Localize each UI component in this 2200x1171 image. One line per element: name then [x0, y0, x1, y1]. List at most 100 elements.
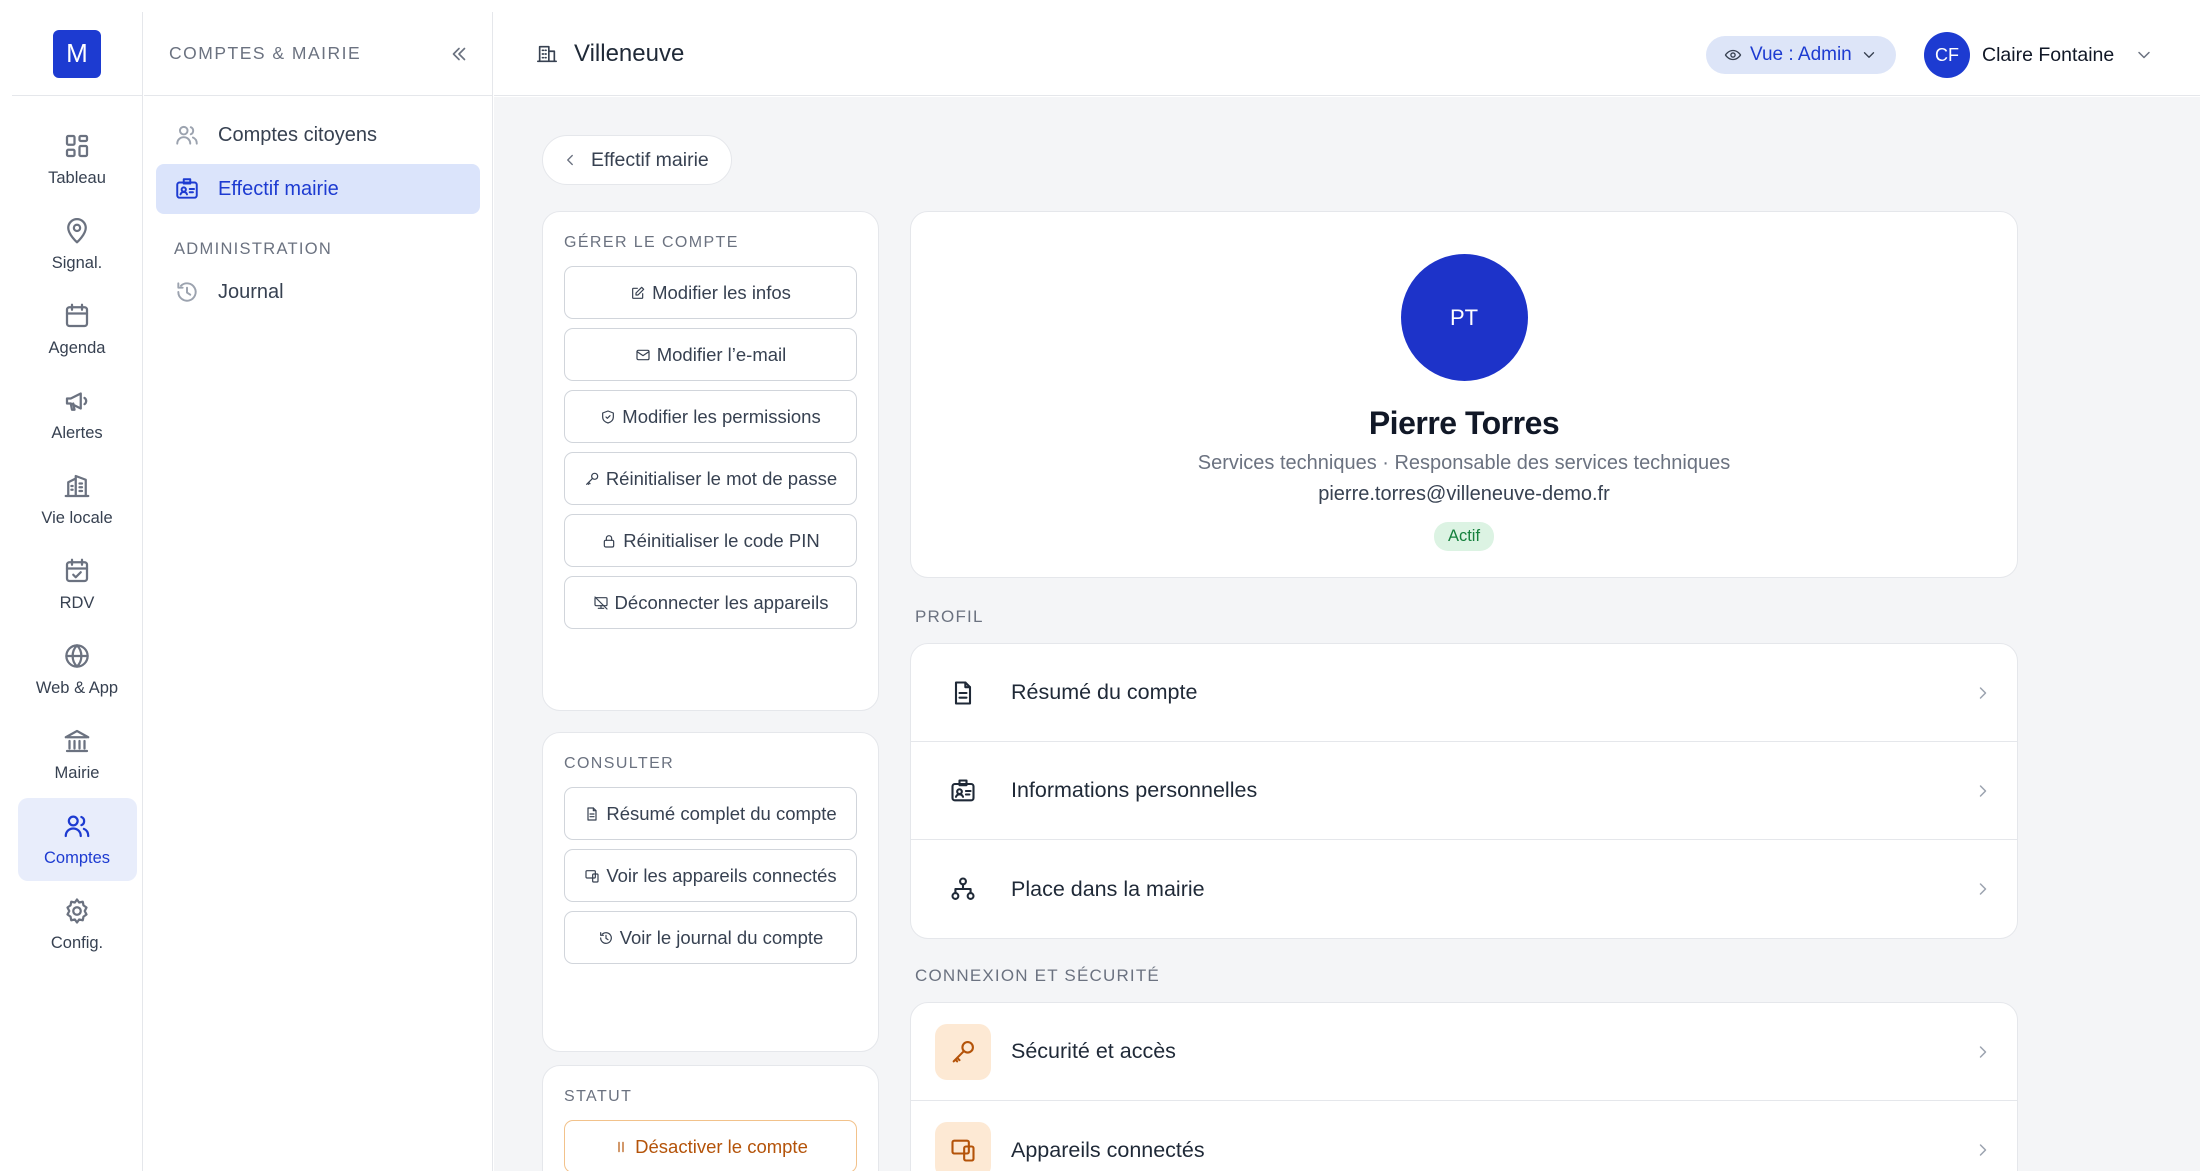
devices-icon [951, 1139, 975, 1162]
building-icon [64, 474, 90, 498]
subnav-section-title: ADMINISTRATION [174, 240, 333, 258]
action-label: Réinitialiser le mot de passe [605, 467, 838, 489]
view-selector[interactable]: Vue : Admin [1706, 36, 1896, 74]
shield-icon [602, 409, 615, 424]
app-logo[interactable]: M [53, 29, 101, 78]
action-label: Modifier les infos [652, 281, 791, 303]
history-icon [177, 282, 197, 302]
action-label: Modifier l’e-mail [656, 343, 787, 365]
chevron-right-icon [1979, 1045, 1987, 1058]
chevron-right-icon [1979, 686, 1987, 699]
rail-item-config[interactable]: Config. [18, 883, 137, 966]
rail-item-agenda[interactable]: Agenda [18, 288, 137, 371]
action-label: Résumé complet du compte [606, 802, 837, 824]
edit-icon [632, 286, 645, 299]
action-label: Désactiver le compte [635, 1135, 808, 1157]
id-card-icon [951, 778, 975, 801]
rail-header: M [12, 12, 142, 96]
town-hall-icon [64, 729, 90, 753]
rail-item-mairie[interactable]: Mairie [18, 713, 137, 796]
lock-icon [604, 534, 615, 548]
edit-info-button[interactable]: Modifier les infos [564, 266, 857, 319]
collapse-icon[interactable] [448, 43, 470, 65]
full-summary-button[interactable]: Résumé complet du compte [564, 787, 857, 840]
rail-item-alertes[interactable]: Alertes [18, 373, 137, 456]
row-icon [935, 665, 991, 721]
top-header: Villeneuve Vue : Admin CF Claire Fontain… [494, 12, 2200, 96]
key-icon [585, 472, 599, 485]
secondary-sidebar: COMPTES & MAIRIE Comptes citoyens Effect… [144, 12, 493, 1171]
list-item-connected-devices[interactable]: Appareils connectés [911, 1101, 2017, 1171]
profile-role: Services techniques · Responsable des se… [1197, 452, 1731, 474]
users-icon [64, 815, 90, 838]
rail-item-vie-locale[interactable]: Vie locale [18, 458, 137, 541]
view-selector-label: Vue : Admin [1750, 44, 1852, 65]
reset-pin-button[interactable]: Réinitialiser le code PIN [564, 514, 857, 567]
card-title: CONSULTER [564, 755, 675, 772]
subnav-item-label: Comptes citoyens [218, 123, 377, 146]
subnav-item-label: Effectif mairie [218, 177, 339, 200]
back-button[interactable]: Effectif mairie [542, 135, 732, 185]
chevron-left-icon [567, 154, 573, 166]
calendar-icon [65, 303, 89, 328]
list-item-label: Sécurité et accès [1011, 1039, 1176, 1063]
list-item-org-position[interactable]: Place dans la mairie [911, 840, 2017, 938]
manage-account-card: GÉRER LE COMPTE Modifier les infos Modif… [542, 211, 879, 711]
chevron-right-icon [1979, 784, 1987, 797]
user-menu[interactable]: CF Claire Fontaine [1924, 32, 2154, 78]
action-label: Modifier les permissions [622, 405, 821, 427]
list-item-label: Informations personnelles [1011, 778, 1258, 802]
action-label: Réinitialiser le code PIN [623, 529, 820, 551]
security-section-title: CONNEXION ET SÉCURITÉ [915, 966, 1160, 985]
history-icon [599, 931, 612, 944]
rail-item-comptes[interactable]: Comptes [17, 798, 137, 881]
building-icon [537, 45, 557, 62]
rail-item-web-app[interactable]: Web & App [18, 628, 137, 711]
action-label: Voir le journal du compte [619, 926, 824, 948]
disconnect-devices-button[interactable]: Déconnecter les appareils [564, 576, 857, 629]
edit-permissions-button[interactable]: Modifier les permissions [564, 390, 857, 443]
list-item-account-summary[interactable]: Résumé du compte [911, 644, 2017, 742]
rail-nav: Tableau Signal. Agenda Alertes Vie local… [12, 96, 142, 968]
users-icon [176, 125, 198, 145]
calendar-check-icon [65, 558, 89, 583]
card-title: GÉRER LE COMPTE [564, 234, 739, 251]
status-badge: Actif [1433, 522, 1495, 551]
subnav-item-label: Journal [218, 280, 284, 303]
main-content: Effectif mairie GÉRER LE COMPTE Modifier… [494, 97, 2200, 1171]
view-devices-button[interactable]: Voir les appareils connectés [564, 849, 857, 902]
subnav-item-journal[interactable]: Journal [156, 267, 480, 317]
rail-item-label: Comptes [43, 849, 111, 867]
rail-item-label: Mairie [54, 764, 100, 782]
user-name: Claire Fontaine [1982, 43, 2115, 66]
rail-item-label: Alertes [51, 424, 103, 442]
rail-item-rdv[interactable]: RDV [18, 543, 137, 626]
rail-item-signal[interactable]: Signal. [18, 203, 137, 286]
list-item-security-access[interactable]: Sécurité et accès [911, 1003, 2017, 1101]
rail-item-tableau[interactable]: Tableau [18, 118, 137, 201]
profile-list: Résumé du compte Informations personnell… [910, 643, 2018, 939]
rail-item-label: Tableau [48, 169, 106, 187]
edit-email-button[interactable]: Modifier l’e-mail [564, 328, 857, 381]
reset-password-button[interactable]: Réinitialiser le mot de passe [564, 452, 857, 505]
row-icon [935, 861, 991, 917]
deactivate-account-button[interactable]: Désactiver le compte [564, 1120, 857, 1171]
security-list: Sécurité et accès Appareils connectés [910, 1002, 2018, 1171]
view-journal-button[interactable]: Voir le journal du compte [564, 911, 857, 964]
subnav-item-comptes-citoyens[interactable]: Comptes citoyens [156, 110, 480, 160]
profile-email: pierre.torres@villeneuve-demo.fr [1318, 483, 1610, 505]
list-item-label: Place dans la mairie [1011, 876, 1205, 901]
chevron-down-icon [2138, 51, 2150, 59]
mail-icon [636, 349, 650, 360]
id-card-icon [176, 178, 198, 199]
row-icon [935, 1122, 991, 1171]
consult-card: CONSULTER Résumé complet du compte Voir … [542, 732, 879, 1052]
subnav-item-effectif-mairie[interactable]: Effectif mairie [156, 164, 480, 214]
action-label: Voir les appareils connectés [606, 864, 837, 886]
subnav-header: COMPTES & MAIRIE [144, 12, 492, 96]
chevron-down-icon [1863, 52, 1874, 58]
avatar: CF [1924, 32, 1970, 78]
document-icon [587, 806, 597, 821]
monitor-off-icon [593, 595, 608, 610]
list-item-personal-info[interactable]: Informations personnelles [911, 742, 2017, 840]
